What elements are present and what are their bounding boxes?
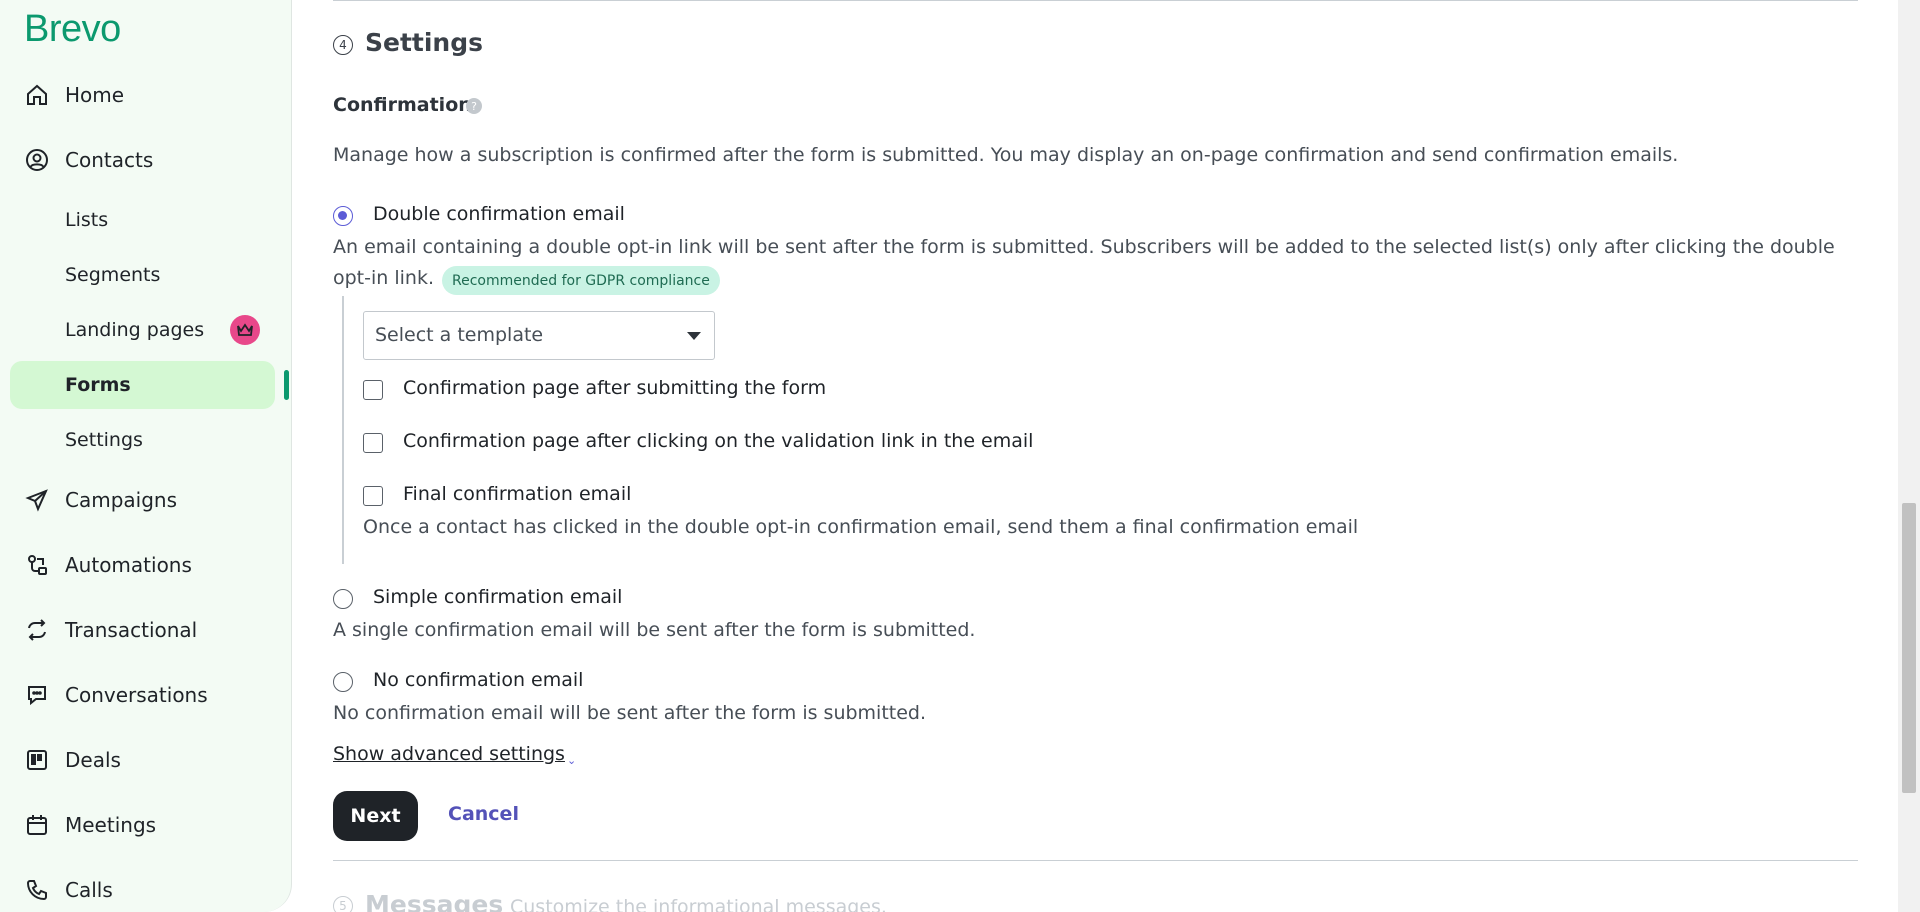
- show-advanced-settings-link[interactable]: Show advanced settings: [333, 743, 565, 765]
- confirmation-page-submit-label[interactable]: Confirmation page after submitting the f…: [403, 377, 826, 399]
- scrollbar-thumb[interactable]: [1902, 503, 1916, 793]
- sidebar-item-label: Lists: [65, 209, 109, 231]
- confirmation-description: Manage how a subscription is confirmed a…: [333, 144, 1679, 166]
- sidebar-item-lists[interactable]: Lists: [0, 196, 291, 244]
- cancel-button[interactable]: Cancel: [448, 803, 519, 825]
- divider: [333, 860, 1858, 861]
- confirmation-title: Confirmation: [333, 94, 472, 116]
- sidebar-item-label: Transactional: [65, 618, 198, 642]
- double-confirmation-description-cont: opt-in link.: [333, 267, 434, 289]
- sidebar-item-home[interactable]: Home: [0, 71, 291, 119]
- step-number-next: 5: [333, 896, 353, 912]
- template-select[interactable]: Select a template: [363, 311, 715, 360]
- sidebar-item-meetings[interactable]: Meetings: [0, 801, 291, 849]
- simple-confirmation-description: A single confirmation email will be sent…: [333, 619, 976, 641]
- no-confirmation-radio[interactable]: [333, 672, 353, 692]
- sidebar-item-label: Campaigns: [65, 488, 178, 512]
- sidebar-item-conversations[interactable]: Conversations: [0, 671, 291, 719]
- send-icon: [24, 487, 50, 513]
- deals-icon: [24, 747, 50, 773]
- sidebar-item-label: Deals: [65, 748, 121, 772]
- confirmation-page-validation-label[interactable]: Confirmation page after clicking on the …: [403, 430, 1033, 452]
- double-confirmation-label[interactable]: Double confirmation email: [373, 203, 625, 225]
- no-confirmation-label[interactable]: No confirmation email: [373, 669, 583, 691]
- sidebar-item-label: Automations: [65, 553, 192, 577]
- sidebar-item-label: Contacts: [65, 148, 154, 172]
- phone-icon: [24, 877, 50, 903]
- home-icon: [24, 82, 50, 108]
- chat-icon: [24, 682, 50, 708]
- sidebar-item-forms[interactable]: Forms: [10, 361, 275, 409]
- sidebar-item-deals[interactable]: Deals: [0, 736, 291, 784]
- section-title: Settings: [365, 28, 484, 57]
- sidebar-item-contacts[interactable]: Contacts: [0, 136, 291, 184]
- final-confirmation-email-label[interactable]: Final confirmation email: [403, 483, 631, 505]
- sidebar-item-landing-pages[interactable]: Landing pages: [0, 306, 291, 354]
- simple-confirmation-label[interactable]: Simple confirmation email: [373, 586, 622, 608]
- caret-down-icon: [687, 332, 701, 340]
- next-section-description: Customize the informational messages.: [510, 896, 887, 912]
- sidebar-item-label: Settings: [65, 429, 143, 451]
- sidebar-item-transactional[interactable]: Transactional: [0, 606, 291, 654]
- template-select-placeholder: Select a template: [375, 324, 544, 346]
- next-section-title[interactable]: Messages: [365, 890, 503, 912]
- sidebar: Brevo Home Contacts Lists Segments Landi…: [0, 0, 292, 912]
- final-confirmation-email-checkbox[interactable]: [363, 486, 383, 506]
- next-button[interactable]: Next: [333, 791, 418, 841]
- sidebar-item-automations[interactable]: Automations: [0, 541, 291, 589]
- sidebar-item-label: Meetings: [65, 813, 157, 837]
- crown-icon: [230, 315, 260, 345]
- gdpr-badge: Recommended for GDPR compliance: [442, 266, 720, 295]
- sidebar-item-label: Segments: [65, 264, 161, 286]
- sidebar-item-label: Home: [65, 83, 125, 107]
- divider: [333, 0, 1858, 1]
- sidebar-item-calls[interactable]: Calls: [0, 866, 291, 912]
- brevo-logo[interactable]: Brevo: [24, 8, 121, 51]
- sidebar-item-campaigns[interactable]: Campaigns: [0, 476, 291, 524]
- simple-confirmation-radio[interactable]: [333, 589, 353, 609]
- sub-options-border: [342, 296, 344, 564]
- step-number: 4: [333, 35, 353, 55]
- confirmation-page-submit-checkbox[interactable]: [363, 380, 383, 400]
- double-confirmation-description: An email containing a double opt-in link…: [333, 236, 1835, 258]
- sidebar-item-settings[interactable]: Settings: [0, 416, 291, 464]
- contacts-icon: [24, 147, 50, 173]
- sidebar-item-label: Conversations: [65, 683, 208, 707]
- sidebar-item-label: Landing pages: [65, 319, 205, 341]
- calendar-icon: [24, 812, 50, 838]
- help-icon[interactable]: ?: [466, 98, 482, 114]
- sidebar-item-segments[interactable]: Segments: [0, 251, 291, 299]
- double-confirmation-radio[interactable]: [333, 206, 353, 226]
- final-confirmation-note: Once a contact has clicked in the double…: [363, 516, 1359, 538]
- sidebar-item-label: Forms: [65, 374, 131, 396]
- automation-icon: [24, 552, 50, 578]
- sidebar-item-label: Calls: [65, 878, 113, 902]
- main-content: 4 Settings Confirmation ? Manage how a s…: [293, 0, 1898, 912]
- transactional-icon: [24, 617, 50, 643]
- confirmation-page-validation-checkbox[interactable]: [363, 433, 383, 453]
- chevron-down-icon[interactable]: ⌄: [567, 754, 576, 767]
- no-confirmation-description: No confirmation email will be sent after…: [333, 702, 927, 724]
- active-indicator: [284, 370, 289, 400]
